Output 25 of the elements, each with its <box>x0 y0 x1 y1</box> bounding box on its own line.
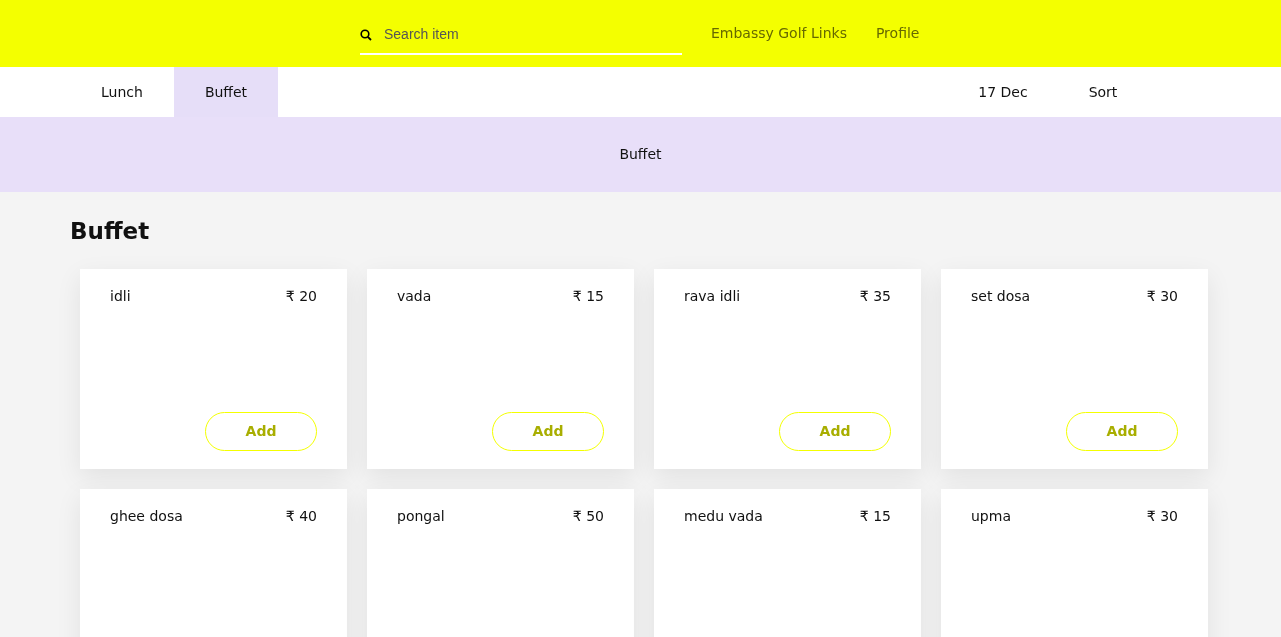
search-icon <box>360 28 372 41</box>
item-price: ₹ 20 <box>285 286 317 306</box>
tab[interactable]: Buffet <box>174 67 278 117</box>
item-name: rava idli <box>684 286 741 306</box>
nav-button[interactable]: 17 Dec <box>953 67 1053 117</box>
item-name: medu vada <box>684 506 763 526</box>
item-price: ₹ 30 <box>1146 286 1178 306</box>
item-name: pongal <box>397 506 445 526</box>
search-field[interactable]: Search item <box>384 24 664 45</box>
nav-button[interactable]: Sort <box>1053 67 1153 117</box>
item-price: ₹ 40 <box>285 506 317 526</box>
header-link[interactable]: Embassy Golf Links <box>711 23 847 44</box>
item-name: ghee dosa <box>110 506 183 526</box>
item-price: ₹ 50 <box>572 506 604 526</box>
header-link[interactable]: Profile <box>875 23 920 44</box>
category-banner: Buffet <box>0 117 1281 192</box>
item-name: idli <box>110 286 131 306</box>
item-price: ₹ 15 <box>572 286 604 306</box>
item-name: upma <box>971 506 1011 526</box>
item-price: ₹ 35 <box>859 286 891 306</box>
item-price: ₹ 15 <box>859 506 891 526</box>
item-price: ₹ 30 <box>1146 506 1178 526</box>
section-title: Buffet <box>70 217 150 246</box>
item-name: vada <box>397 286 432 306</box>
item-name: set dosa <box>971 286 1031 306</box>
